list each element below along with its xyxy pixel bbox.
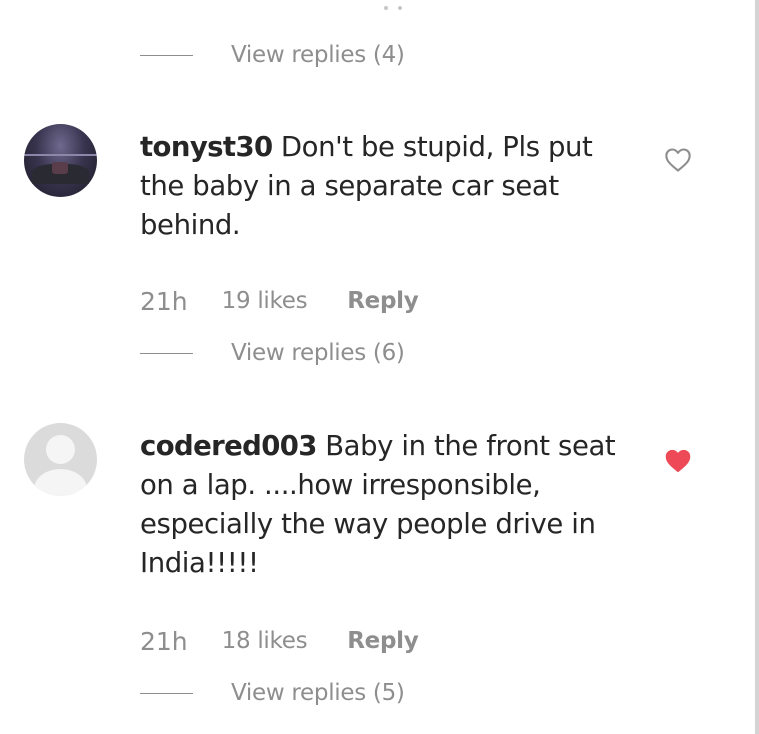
liked-heart-icon[interactable] [663, 447, 693, 475]
comment-body: tonyst30 Don't be stupid, Pls put the ba… [140, 128, 640, 245]
default-avatar-icon[interactable] [24, 423, 97, 496]
comment-meta: 21h 19 likes Reply [140, 286, 419, 316]
reply-button[interactable]: Reply [347, 628, 418, 654]
comment-username[interactable]: tonyst30 [140, 131, 273, 163]
view-replies-line [140, 692, 193, 694]
view-replies-line [140, 54, 193, 56]
view-replies-label: View replies (4) [231, 42, 405, 68]
comment-timestamp: 21h [140, 286, 188, 316]
view-replies-label: View replies (5) [231, 680, 405, 706]
view-replies-button[interactable]: View replies (6) [140, 338, 405, 368]
comment-likes[interactable]: 18 likes [222, 628, 308, 654]
comment-timestamp: 21h [140, 626, 188, 656]
view-replies-line [140, 352, 193, 354]
comment-meta: 21h 18 likes Reply [140, 626, 419, 656]
comment-body: codered003 Baby in the front seat on a l… [140, 427, 640, 583]
window-right-edge [755, 0, 759, 734]
avatar[interactable] [24, 124, 97, 197]
loading-dots [384, 0, 412, 14]
view-replies-label: View replies (6) [231, 340, 405, 366]
view-replies-button-top[interactable]: View replies (4) [140, 40, 405, 70]
comment-username[interactable]: codered003 [140, 430, 317, 462]
reply-button[interactable]: Reply [347, 288, 418, 314]
view-replies-button[interactable]: View replies (5) [140, 678, 405, 708]
comment-likes[interactable]: 19 likes [222, 288, 308, 314]
like-heart-icon[interactable] [663, 146, 693, 174]
